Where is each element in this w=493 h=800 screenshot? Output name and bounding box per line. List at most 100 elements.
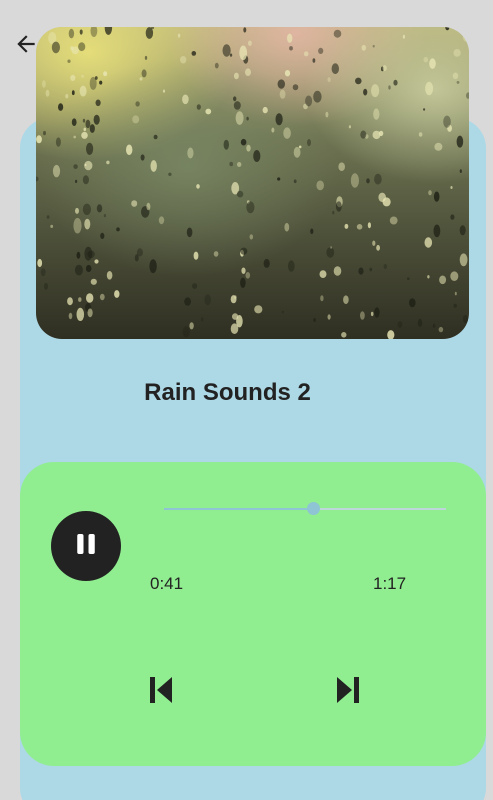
rain-drop — [393, 79, 398, 86]
rain-drop — [76, 307, 85, 321]
rain-drop — [89, 124, 95, 133]
rain-drop — [40, 268, 46, 277]
rain-drop — [186, 227, 193, 238]
rain-drop — [205, 108, 212, 115]
rain-drop — [45, 89, 50, 97]
rain-drop — [382, 65, 387, 72]
rain-drop — [425, 81, 434, 96]
rain-drop — [459, 253, 468, 267]
rain-drop — [284, 70, 291, 77]
rain-drop — [456, 81, 460, 84]
rain-drop — [434, 142, 443, 151]
rain-drop — [275, 113, 283, 126]
rain-drop — [139, 77, 143, 81]
rain-drop — [73, 164, 78, 170]
next-track-button[interactable] — [330, 674, 366, 710]
total-time: 1:17 — [373, 574, 407, 593]
rain-drop — [326, 247, 335, 258]
rain-drop — [450, 186, 453, 189]
rain-drop — [71, 46, 79, 55]
rain-drop — [333, 29, 342, 38]
rain-drop — [240, 277, 246, 288]
rain-drop — [253, 150, 261, 162]
pause-icon — [71, 529, 101, 564]
rain-drop — [44, 282, 48, 290]
rain-drop — [293, 179, 297, 184]
rain-drop — [374, 307, 380, 318]
rain-drop — [236, 190, 244, 198]
rain-drop — [106, 160, 110, 165]
rain-drop — [277, 177, 281, 181]
rain-drop — [370, 311, 374, 317]
rain-drop — [319, 270, 327, 278]
rain-drop — [82, 203, 91, 215]
rain-drop — [200, 317, 204, 322]
rain-drop — [76, 251, 81, 259]
rain-drop — [327, 77, 331, 82]
rain-drop — [67, 297, 73, 306]
rain-drop — [246, 144, 251, 152]
rain-drop — [67, 59, 71, 63]
rain-drop — [81, 74, 84, 78]
rain-drop — [271, 127, 275, 133]
rain-drop — [204, 294, 211, 306]
rain-drop — [135, 101, 140, 107]
rain-drop — [452, 72, 459, 80]
rain-drop — [136, 248, 143, 257]
rain-drop — [153, 134, 158, 140]
rain-drop — [407, 277, 410, 280]
rain-drop — [433, 191, 440, 202]
rain-drop — [75, 207, 79, 214]
rain-drop — [348, 125, 351, 129]
rain-drop — [432, 323, 436, 328]
rain-drop — [331, 63, 339, 75]
rain-drop — [450, 271, 459, 281]
rain-drop — [182, 326, 190, 338]
rain-drop — [233, 101, 241, 110]
rain-drop — [75, 179, 78, 183]
rain-drop — [71, 118, 77, 126]
pause-button[interactable] — [51, 511, 121, 581]
rain-drop — [341, 332, 347, 338]
rain-drop — [284, 222, 290, 232]
rain-drop — [237, 162, 242, 167]
rain-drop — [78, 297, 82, 302]
rain-drop — [182, 94, 189, 105]
player-controls-card: 0:41 1:17 — [20, 462, 486, 766]
rain-drop — [262, 106, 268, 114]
rain-drop — [96, 204, 103, 213]
rain-drop — [239, 45, 248, 61]
rain-drop — [389, 216, 398, 225]
seek-bar-thumb[interactable] — [307, 502, 321, 515]
rain-drop — [144, 55, 148, 60]
rain-drop — [248, 40, 252, 46]
rain-drop — [93, 114, 100, 125]
track-artwork — [36, 27, 469, 339]
rain-drop — [140, 154, 145, 161]
previous-track-button[interactable] — [143, 674, 179, 710]
rain-drop — [427, 275, 430, 279]
rain-drop — [232, 313, 239, 320]
rain-drop — [103, 71, 108, 77]
rain-drop — [229, 161, 233, 167]
rain-drop — [233, 96, 237, 102]
rain-drop — [85, 119, 91, 129]
rain-drop — [132, 115, 140, 124]
seek-bar-progress — [164, 508, 314, 510]
rain-drop — [223, 139, 229, 150]
rain-drop — [73, 217, 82, 234]
rain-drop — [378, 192, 387, 202]
rain-drop — [196, 184, 200, 189]
rain-drop — [68, 312, 73, 320]
rain-drop — [279, 89, 286, 99]
rain-drop — [184, 297, 192, 306]
rain-drop — [94, 76, 98, 80]
rain-drop — [333, 266, 342, 276]
rain-drop — [363, 88, 368, 96]
rain-drop — [150, 160, 157, 172]
seek-bar[interactable] — [164, 502, 446, 515]
rain-drop — [52, 164, 61, 178]
rain-drop — [423, 108, 426, 111]
rain-drop — [453, 49, 461, 57]
rain-drop — [316, 180, 325, 191]
